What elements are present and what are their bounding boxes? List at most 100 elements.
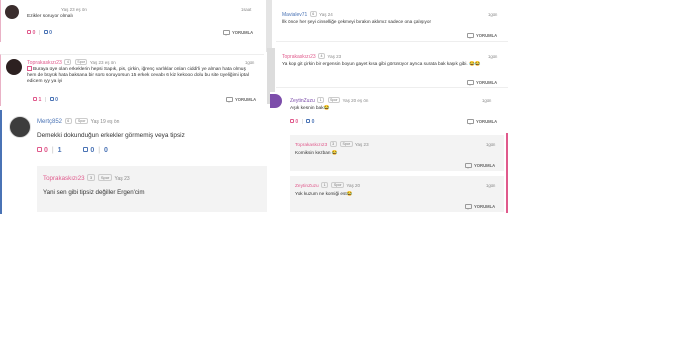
comment-header: Toprakaskızı23 3 Spor Yaş 23 xyxy=(295,141,369,148)
right-comments-panel: Mavialev71 6 Yaş 24 1gün İlk önce her şe… xyxy=(270,0,510,215)
vote-bar: 1 | 0 xyxy=(33,97,58,103)
thumb-up-icon[interactable] xyxy=(290,119,294,123)
comment-header: Toprakaskızı23 4 Spor Yaş 23 eş ön xyxy=(27,59,116,66)
comment-text: Aşık kesnin bak😂 xyxy=(290,106,330,111)
reply-icon xyxy=(223,30,230,36)
upvote-count: 0 xyxy=(32,30,36,36)
comment-card: ZeytinZuzu 1 Spor Yaş 20 eş ön 1gün Aşık… xyxy=(270,92,508,132)
comment-time: 1gün xyxy=(488,54,498,59)
reply-label: YORUMLA xyxy=(474,163,496,168)
reply-button[interactable]: YORUMLA xyxy=(467,80,497,86)
comment-meta: Yaş 23 xyxy=(354,142,369,147)
accent-bar xyxy=(506,133,508,213)
username[interactable]: Mavialev71 xyxy=(282,12,307,18)
reply-label: YORUMLA xyxy=(476,119,498,124)
level-badge: 3 xyxy=(329,141,337,147)
thumb-down-icon[interactable] xyxy=(49,97,54,101)
vote-bar: 0 | 0 xyxy=(27,30,52,36)
comment-text: Buraya üye olan erkeklerin hepsi Sapık, … xyxy=(27,66,249,86)
comment-meta: Yaş 23 xyxy=(114,176,130,182)
comment-text: Demekki dokunduğun erkekler görmemiş vey… xyxy=(37,132,185,139)
nested-replies: Toprakaskızı23 3 Spor Yaş 23 1gün Komiks… xyxy=(290,133,508,213)
upvote-count: 0 xyxy=(295,119,299,125)
level-badge: 1 xyxy=(317,97,325,103)
comment-text: Yani sen gibi tipsiz değiller Ergen'cim xyxy=(43,189,145,196)
reply-label: YORUMLA xyxy=(235,97,257,102)
username[interactable]: Toprakaskızı23 xyxy=(43,175,85,182)
level-badge: 6 xyxy=(64,118,72,124)
category-badge: Spor xyxy=(339,141,353,147)
comment-text: İlk önce her şeyi cinselliğe çekmeyi bır… xyxy=(282,19,432,24)
comment-header: Mertç852 6 Spor Yaş 19 eş ön xyxy=(37,118,119,125)
reply-button[interactable]: YORUMLA xyxy=(223,30,254,36)
reply-button[interactable]: YORUMLA xyxy=(226,97,257,103)
comment-text: Ezikler soruyor olmalı xyxy=(27,14,73,19)
thumb-down-icon[interactable] xyxy=(43,30,48,34)
category-badge: Spor xyxy=(331,182,345,188)
comment-text: Ya kop git çirkin bir ergensin boyun gay… xyxy=(282,61,481,66)
comment-header: Mavialev71 6 Yaş 24 xyxy=(282,11,333,18)
upvote-count: 1 xyxy=(38,97,42,103)
username[interactable]: Mertç852 xyxy=(37,119,62,125)
scrollbar[interactable] xyxy=(266,0,272,52)
downvote-count: 0 xyxy=(55,97,58,103)
comment-time: 1gün xyxy=(486,142,496,147)
comment-meta: Yaş 19 eş ön xyxy=(90,119,120,125)
thumb-down-icon[interactable] xyxy=(306,119,311,123)
avatar[interactable] xyxy=(9,116,31,138)
nested-reply-card: Toprakaskızı23 3 Spor Yaş 23 1gün Komiks… xyxy=(290,135,504,171)
comment-meta: Yaş 23 eş ön xyxy=(89,60,116,65)
comment-header: ZeytinZuzu 1 Spor Yaş 20 xyxy=(295,182,360,189)
reply-label: YORUMLA xyxy=(476,33,498,38)
reply-icon xyxy=(226,97,233,103)
category-badge: Spor xyxy=(327,97,341,103)
reply-button[interactable]: YORUMLA xyxy=(465,163,496,169)
username[interactable]: Toprakaskızı23 xyxy=(282,54,316,60)
comment-time: 1gün xyxy=(245,60,255,65)
reply-button[interactable]: YORUMLA xyxy=(467,119,498,125)
category-badge: Spor xyxy=(75,118,88,124)
comment-card: Toprakaskızı23 4 Spor Yaş 23 eş ön 1gün … xyxy=(0,54,264,106)
vote-bar: 0 | 0 xyxy=(290,119,314,125)
comment-time: 1gün xyxy=(486,183,496,188)
category-badge: Spor xyxy=(74,59,88,65)
downvote-count: 0 xyxy=(311,119,315,125)
comment-card: Mavialev71 6 Yaş 24 1gün İlk önce her şe… xyxy=(276,6,508,42)
comment-card: Toprakaskızı23 4 Yaş 23 1gün Ya kop git … xyxy=(276,48,508,88)
thumb-up-icon[interactable] xyxy=(33,97,37,101)
reply-button[interactable]: YORUMLA xyxy=(465,204,495,210)
comment-card: Yaş 23 eş ön 1saat Ezikler soruyor olmal… xyxy=(0,0,262,42)
comment-meta: Yaş 20 xyxy=(346,183,361,188)
thumb-up-icon[interactable] xyxy=(27,30,31,34)
comment-header: Toprakaskızı23 4 Yaş 23 xyxy=(282,53,341,60)
checkbox-icon xyxy=(27,66,32,71)
username[interactable]: Toprakaskızı23 xyxy=(295,143,327,148)
thumb-down-icon[interactable] xyxy=(83,147,89,152)
downvote-count: 0 xyxy=(90,147,95,154)
level-badge: 3 xyxy=(87,174,95,181)
nested-reply-card: Toprakaskızı23 3 Spor Yaş 23 Yani sen gi… xyxy=(37,166,267,212)
vote-bar: 0 | 1 0 | 0 xyxy=(37,147,108,154)
category-badge: Spor xyxy=(98,174,112,181)
reply-icon xyxy=(465,163,472,169)
avatar[interactable] xyxy=(6,59,22,75)
comment-time: 1gün xyxy=(488,12,498,17)
upvote-count: 0 xyxy=(43,147,48,154)
left-comments-panel: Yaş 23 eş ön 1saat Ezikler soruyor olmal… xyxy=(0,0,267,215)
avatar[interactable] xyxy=(5,5,19,19)
level-badge: 4 xyxy=(318,53,326,59)
comment-card: Mertç852 6 Spor Yaş 19 eş ön Demekki dok… xyxy=(0,110,267,214)
username[interactable]: ZeytinZuzu xyxy=(295,184,319,189)
comment-meta: Yaş 23 eş ön xyxy=(61,7,87,12)
reply-label: YORUMLA xyxy=(232,30,254,35)
level-badge: 1 xyxy=(321,182,329,188)
reply-icon xyxy=(467,119,474,125)
thumb-up-icon[interactable] xyxy=(37,147,42,152)
nested-reply-card: ZeytinZuzu 1 Spor Yaş 20 1gün Yok kuzum … xyxy=(290,176,504,212)
username[interactable]: ZeytinZuzu xyxy=(290,98,315,104)
reply-button[interactable]: YORUMLA xyxy=(467,33,498,39)
avatar[interactable] xyxy=(270,94,282,108)
reply-icon xyxy=(467,80,474,86)
comment-meta: Yaş 24 xyxy=(319,12,333,17)
comment-header: ZeytinZuzu 1 Spor Yaş 20 eş ön xyxy=(290,97,368,104)
